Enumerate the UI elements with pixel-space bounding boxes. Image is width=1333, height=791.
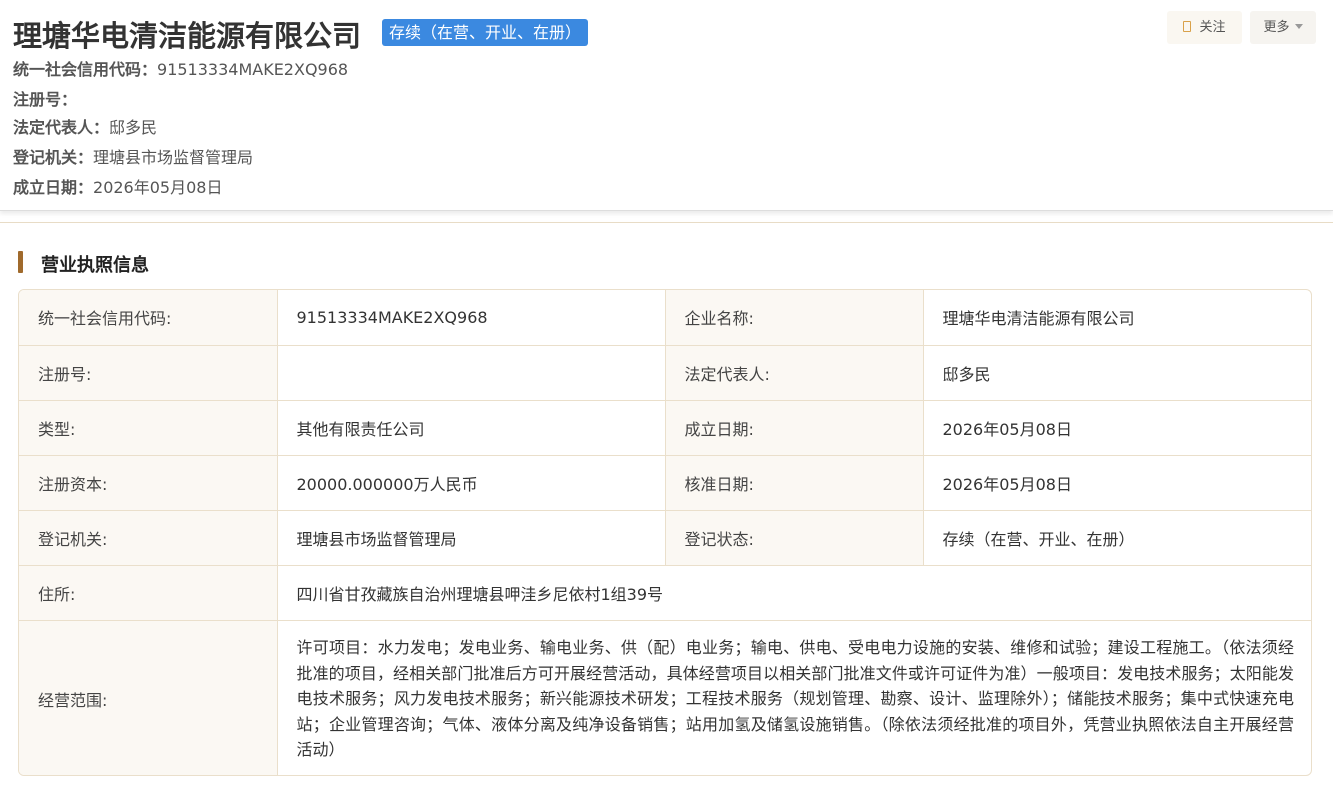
- table-row: 登记机关: 理塘县市场监督管理局 登记状态: 存续（在营、开业、在册）: [19, 509, 1311, 566]
- license-table: 统一社会信用代码: 91513334MAKE2XQ968 企业名称: 理塘华电清…: [18, 289, 1312, 776]
- company-name: 理塘华电清洁能源有限公司: [13, 19, 362, 53]
- approved-label: 核准日期:: [664, 454, 924, 511]
- summary-reg-no: 注册号：: [13, 90, 78, 109]
- credit-code-label: 统一社会信用代码:: [19, 290, 278, 346]
- table-row: 经营范围: 许可项目：水力发电；发电业务、输电业务、供（配）电业务；输电、供电、…: [19, 619, 1311, 775]
- address-value: 四川省甘孜藏族自治州理塘县呷洼乡尼依村1组39号: [276, 564, 1311, 621]
- address-label: 住所:: [19, 564, 278, 621]
- reg-no-value: [276, 344, 666, 401]
- legal-rep-value[interactable]: 邸多民: [922, 344, 1311, 401]
- scope-value: 许可项目：水力发电；发电业务、输电业务、供（配）电业务；输电、供电、受电电力设施…: [276, 619, 1311, 775]
- approved-value: 2026年05月08日: [922, 454, 1311, 511]
- credit-code-value: 91513334MAKE2XQ968: [276, 290, 666, 346]
- type-value: 其他有限责任公司: [276, 399, 666, 456]
- summary-legal-rep: 法定代表人：邸多民: [13, 118, 158, 137]
- legal-rep-label: 法定代表人:: [664, 344, 924, 401]
- reg-status-label: 登记状态:: [664, 509, 924, 566]
- founded-label: 成立日期:: [664, 399, 924, 456]
- type-label: 类型:: [19, 399, 278, 456]
- reg-status-value: 存续（在营、开业、在册）: [922, 509, 1311, 566]
- chevron-down-icon: [1294, 24, 1303, 29]
- table-row: 注册资本: 20000.000000万人民币 核准日期: 2026年05月08日: [19, 454, 1311, 511]
- reg-no-label: 注册号:: [19, 344, 278, 401]
- table-row: 注册号: 法定代表人: 邸多民: [19, 344, 1311, 401]
- summary-founded: 成立日期：2026年05月08日: [13, 178, 223, 197]
- divider: [0, 222, 1333, 223]
- scope-label: 经营范围:: [19, 619, 278, 775]
- company-name-label: 企业名称:: [664, 290, 924, 346]
- follow-label: 关注: [1199, 20, 1226, 35]
- capital-value: 20000.000000万人民币: [276, 454, 666, 511]
- more-button[interactable]: 更多: [1250, 11, 1316, 44]
- section-title: 营业执照信息: [41, 255, 149, 276]
- table-row: 统一社会信用代码: 91513334MAKE2XQ968 企业名称: 理塘华电清…: [19, 290, 1311, 346]
- bookmark-icon: [1183, 21, 1192, 32]
- company-header: 理塘华电清洁能源有限公司 存续（在营、开业、在册） 关注 更多 统一社会信用代码…: [0, 0, 1333, 211]
- founded-value: 2026年05月08日: [922, 399, 1311, 456]
- more-label: 更多: [1263, 20, 1290, 35]
- company-name-value: 理塘华电清洁能源有限公司: [922, 290, 1311, 346]
- authority-value: 理塘县市场监督管理局: [276, 509, 666, 566]
- section-accent-bar: [18, 251, 23, 273]
- follow-button[interactable]: 关注: [1167, 11, 1242, 44]
- table-row: 类型: 其他有限责任公司 成立日期: 2026年05月08日: [19, 399, 1311, 456]
- authority-label: 登记机关:: [19, 509, 278, 566]
- capital-label: 注册资本:: [19, 454, 278, 511]
- table-row: 住所: 四川省甘孜藏族自治州理塘县呷洼乡尼依村1组39号: [19, 564, 1311, 621]
- summary-credit-code: 统一社会信用代码：91513334MAKE2XQ968: [13, 60, 349, 79]
- summary-authority: 登记机关：理塘县市场监督管理局: [13, 148, 254, 167]
- status-badge: 存续（在营、开业、在册）: [382, 19, 589, 46]
